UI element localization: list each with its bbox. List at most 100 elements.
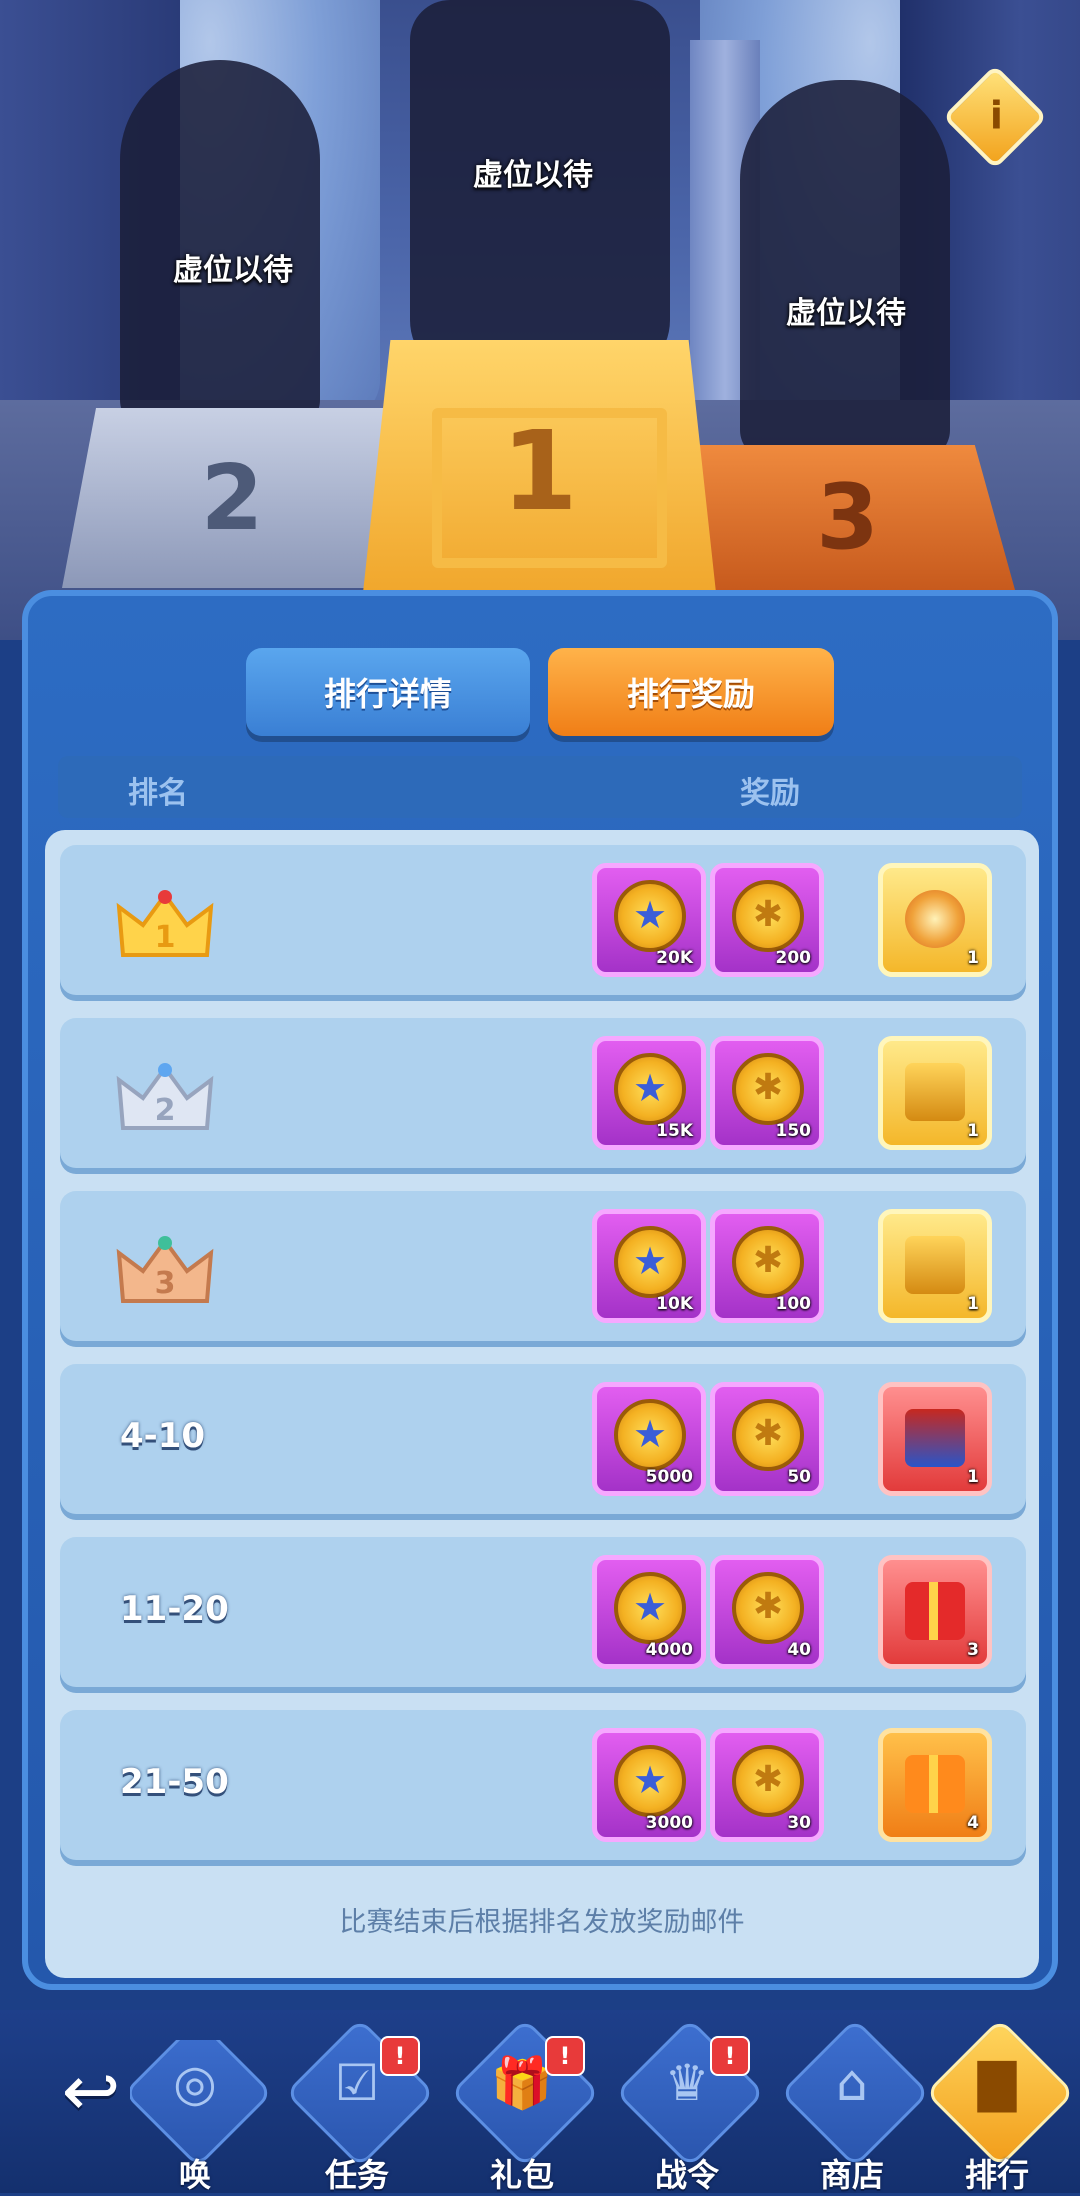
reward-quantity: 150	[775, 1121, 812, 1141]
podium-third-block: 3	[680, 445, 1015, 590]
reward-quantity: 3	[967, 1640, 979, 1660]
alert-badge-icon: !	[710, 2036, 750, 2076]
orange-gift-icon	[905, 1755, 965, 1813]
reward-item[interactable]: 50	[710, 1382, 824, 1496]
reward-quantity: 1	[967, 1467, 979, 1487]
reward-quantity: 40	[787, 1640, 811, 1660]
star-coin-icon	[614, 1572, 686, 1644]
reward-item[interactable]: 100	[710, 1209, 824, 1323]
reward-item[interactable]: 4000	[592, 1555, 706, 1669]
info-icon: i	[989, 93, 1003, 138]
reward-item[interactable]: 200	[710, 863, 824, 977]
podium-third-number: 3	[816, 465, 879, 570]
header-reward: 奖励	[740, 776, 800, 811]
crown-silver-icon: 2	[116, 1063, 214, 1130]
reward-quantity: 4	[967, 1813, 979, 1833]
shop-icon: ⌂	[836, 2054, 868, 2112]
tab-ranking-details[interactable]: 排行详情	[246, 648, 530, 736]
gold-badge-icon	[732, 1745, 804, 1817]
reward-item[interactable]: 20K	[592, 863, 706, 977]
reward-item[interactable]: 10K	[592, 1209, 706, 1323]
nav-item-ranking[interactable]: ▇ 排行	[922, 2018, 1075, 2194]
red-chest-icon	[905, 1409, 965, 1467]
alert-badge-icon: !	[545, 2036, 585, 2076]
gold-badge-icon	[732, 1399, 804, 1471]
reward-item[interactable]: 40	[710, 1555, 824, 1669]
header-rank: 排名	[128, 776, 188, 811]
summon-icon: ◎	[173, 2054, 217, 2112]
nav-item-label: 商店	[819, 2156, 884, 2194]
podium-first-number: 1	[501, 407, 578, 535]
nav-item-label: 排行	[964, 2156, 1029, 2194]
podium-second-number: 2	[200, 445, 264, 551]
reward-item[interactable]: 3000	[592, 1728, 706, 1842]
star-coin-icon	[614, 1399, 686, 1471]
star-coin-icon	[614, 1226, 686, 1298]
nav-item-task[interactable]: ☑ 任务!	[282, 2018, 435, 2194]
reward-quantity: 1	[967, 1294, 979, 1314]
reward-quantity: 20K	[656, 948, 693, 968]
reward-row: 1 20K 200 1	[60, 845, 1026, 995]
reward-row: 4-10 5000 50 1	[60, 1364, 1026, 1514]
rank-range-label: 4-10	[120, 1416, 206, 1456]
reward-quantity: 200	[775, 948, 812, 968]
back-arrow-icon[interactable]: ↩	[36, 2050, 146, 2150]
crown-rank-number: 2	[155, 1093, 176, 1128]
nav-item-battle-pass[interactable]: ♛ 战令!	[612, 2018, 765, 2194]
gold-chest-icon	[905, 1063, 965, 1121]
reward-quantity: 15K	[656, 1121, 693, 1141]
reward-row: 2 15K 150 1	[60, 1018, 1026, 1168]
reward-row: 21-50 3000 30 4	[60, 1710, 1026, 1860]
nav-item-gift[interactable]: 🎁 礼包!	[447, 2018, 600, 2194]
podium-second-label: 虚位以待	[173, 253, 293, 288]
ranking-icon: ▇	[977, 2054, 1017, 2112]
reward-quantity: 50	[787, 1467, 811, 1487]
tab-ranking-rewards[interactable]: 排行奖励	[548, 648, 834, 736]
podium-second-block: 2	[62, 408, 402, 588]
nav-item-label: 任务	[324, 2156, 389, 2194]
reward-quantity: 30	[787, 1813, 811, 1833]
footer-note: 比赛结束后根据排名发放奖励邮件	[339, 1907, 745, 1938]
reward-item[interactable]: 5000	[592, 1382, 706, 1496]
nav-item-shop[interactable]: ⌂ 商店	[777, 2018, 930, 2194]
reward-quantity: 100	[775, 1294, 812, 1314]
crown-rank-number: 1	[155, 920, 176, 955]
podium-first-block: 1	[362, 340, 717, 602]
reward-quantity: 10K	[656, 1294, 693, 1314]
rank-range-label: 11-20	[120, 1589, 229, 1629]
reward-item[interactable]: 1	[878, 1382, 992, 1496]
gold-badge-icon	[732, 1053, 804, 1125]
reward-quantity: 5000	[645, 1467, 693, 1487]
gold-chest-icon	[905, 1236, 965, 1294]
golden-tornado-card-icon	[905, 890, 965, 948]
reward-row: 3 10K 100 1	[60, 1191, 1026, 1341]
nav-item-summon[interactable]: ◎ 唤	[130, 2040, 270, 2190]
alert-badge-icon: !	[380, 2036, 420, 2076]
gold-badge-icon	[732, 1572, 804, 1644]
red-gift-icon	[905, 1582, 965, 1640]
nav-item-label: 战令	[654, 2156, 719, 2194]
star-coin-icon	[614, 1053, 686, 1125]
rank-range-label: 21-50	[120, 1762, 229, 1802]
reward-quantity: 3000	[645, 1813, 693, 1833]
reward-item[interactable]: 15K	[592, 1036, 706, 1150]
podium-first-label: 虚位以待	[473, 158, 593, 193]
crown-rank-number: 3	[155, 1266, 176, 1301]
podium-third-label: 虚位以待	[786, 296, 906, 331]
nav-item-label: 礼包	[489, 2156, 554, 2194]
reward-quantity: 4000	[645, 1640, 693, 1660]
star-coin-icon	[614, 1745, 686, 1817]
reward-item[interactable]: 30	[710, 1728, 824, 1842]
gold-badge-icon	[732, 880, 804, 952]
reward-row: 11-20 4000 40 3	[60, 1537, 1026, 1687]
reward-item[interactable]: 150	[710, 1036, 824, 1150]
reward-item[interactable]: 1	[878, 863, 992, 977]
reward-item[interactable]: 4	[878, 1728, 992, 1842]
table-header	[58, 756, 1022, 818]
reward-quantity: 1	[967, 1121, 979, 1141]
reward-item[interactable]: 3	[878, 1555, 992, 1669]
crown-gold-icon: 1	[116, 890, 214, 957]
reward-item[interactable]: 1	[878, 1036, 992, 1150]
reward-item[interactable]: 1	[878, 1209, 992, 1323]
star-coin-icon	[614, 880, 686, 952]
